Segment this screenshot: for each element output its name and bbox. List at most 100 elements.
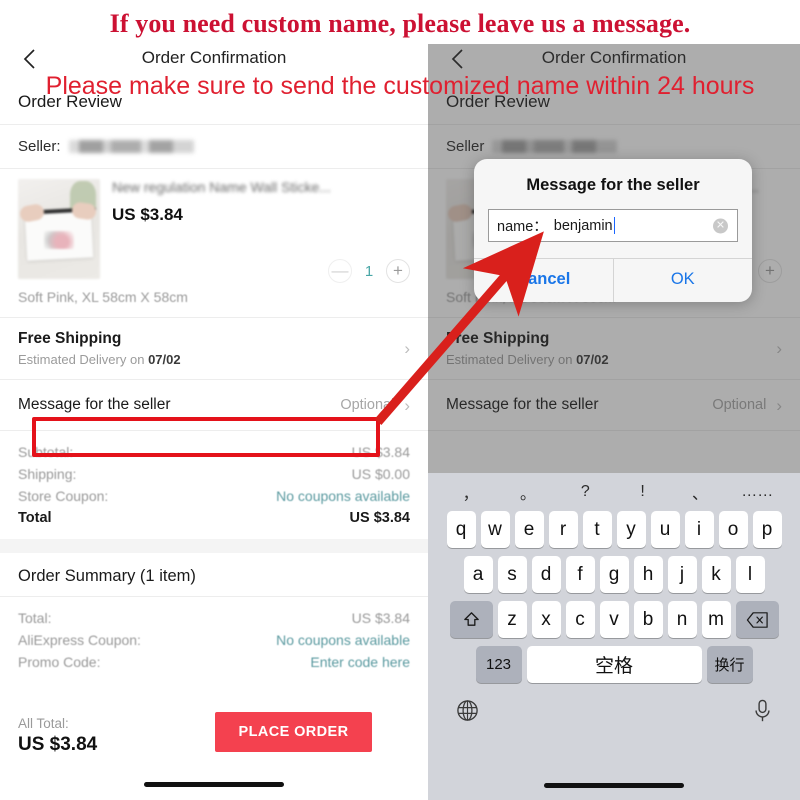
- seller-row[interactable]: Seller:: [0, 125, 428, 168]
- key-e[interactable]: e: [514, 511, 544, 548]
- key-f[interactable]: f: [565, 556, 595, 593]
- row-label: AliExpress Coupon:: [18, 632, 141, 648]
- all-total-block: All Total: US $3.84: [18, 716, 97, 756]
- key-l[interactable]: l: [735, 556, 765, 593]
- left-page-body: Order Review Seller: New regulation Name…: [0, 78, 428, 800]
- shipping-eta: Estimated Delivery on 07/02: [18, 352, 181, 367]
- shipping-row[interactable]: Free Shipping Estimated Delivery on 07/0…: [0, 318, 428, 379]
- key-p[interactable]: p: [752, 511, 782, 548]
- key-o[interactable]: o: [718, 511, 748, 548]
- field-value: benjamin: [553, 217, 613, 234]
- price-summary: Subtotal: US $3.84 Shipping: US $0.00 St…: [0, 431, 428, 539]
- product-info: New regulation Name Wall Sticke... US $3…: [100, 179, 410, 283]
- keyboard-bottom-bar: [428, 691, 800, 743]
- home-indicator: [544, 783, 684, 788]
- promo-headline-1: If you need custom name, please leave us…: [109, 9, 691, 38]
- suggestion-item[interactable]: ?: [557, 483, 614, 501]
- chevron-right-icon: ›: [404, 395, 410, 415]
- order-summary-title: Order Summary (1 item): [18, 567, 196, 585]
- summary-row: Shipping: US $0.00: [0, 463, 428, 485]
- message-row-label: Message for the seller: [18, 396, 171, 413]
- return-key[interactable]: 换行: [706, 646, 753, 683]
- order-summary-row-promo[interactable]: Promo Code: Enter code here: [0, 651, 428, 673]
- key-r[interactable]: r: [548, 511, 578, 548]
- key-j[interactable]: j: [667, 556, 697, 593]
- key-y[interactable]: y: [616, 511, 646, 548]
- row-value: US $0.00: [351, 466, 410, 482]
- shift-up-icon[interactable]: [449, 601, 493, 638]
- numeric-keyboard-button[interactable]: 123: [475, 646, 522, 683]
- field-prefix-label: name：: [497, 219, 548, 235]
- all-total-label: All Total:: [18, 716, 69, 731]
- suggestion-item[interactable]: 。: [499, 480, 556, 504]
- globe-icon[interactable]: [456, 699, 479, 727]
- key-k[interactable]: k: [701, 556, 731, 593]
- key-n[interactable]: n: [667, 601, 697, 638]
- row-label: Shipping:: [18, 466, 77, 482]
- home-indicator: [144, 782, 284, 787]
- product-thumbnail[interactable]: [18, 179, 100, 279]
- message-for-seller-row[interactable]: Message for the seller Optional ›: [0, 380, 428, 430]
- key-d[interactable]: d: [531, 556, 561, 593]
- key-v[interactable]: v: [599, 601, 629, 638]
- row-label: Store Coupon:: [18, 488, 109, 504]
- suggestion-item[interactable]: ……: [729, 483, 786, 501]
- backspace-icon[interactable]: [735, 601, 779, 638]
- key-g[interactable]: g: [599, 556, 629, 593]
- key-q[interactable]: q: [446, 511, 476, 548]
- summary-row-total: Total US $3.84: [0, 507, 428, 529]
- key-b[interactable]: b: [633, 601, 663, 638]
- key-w[interactable]: w: [480, 511, 510, 548]
- promo-headline-2: Please make sure to send the customized …: [45, 72, 755, 100]
- cancel-button[interactable]: Cancel: [474, 259, 614, 302]
- row-value[interactable]: Enter code here: [310, 654, 410, 670]
- left-phone-panel: Order Confirmation Order Review Seller: …: [0, 44, 428, 800]
- space-key[interactable]: 空格: [526, 646, 702, 683]
- message-row-value: Optional: [340, 397, 395, 413]
- seller-name-redacted: [68, 140, 194, 153]
- row-value[interactable]: No coupons available: [276, 488, 410, 504]
- key-i[interactable]: i: [684, 511, 714, 548]
- key-t[interactable]: t: [582, 511, 612, 548]
- message-input-field[interactable]: name： benjamin ✕: [488, 209, 738, 242]
- product-variant: Soft Pink, XL 58cm X 58cm: [18, 289, 188, 305]
- suggestion-item[interactable]: !: [614, 483, 671, 501]
- key-z[interactable]: z: [497, 601, 527, 638]
- order-summary-row-coupon[interactable]: AliExpress Coupon: No coupons available: [0, 629, 428, 651]
- summary-row-store-coupon[interactable]: Store Coupon: No coupons available: [0, 485, 428, 507]
- row-value: US $3.84: [349, 510, 410, 526]
- key-u[interactable]: u: [650, 511, 680, 548]
- clear-circle-icon[interactable]: ✕: [713, 218, 728, 233]
- chevron-right-icon: ›: [404, 339, 410, 358]
- keyboard-row-1: q w e r t y u i o p: [428, 511, 800, 556]
- shipping-title: Free Shipping: [18, 330, 122, 347]
- row-label: Subtotal:: [18, 444, 74, 460]
- key-x[interactable]: x: [531, 601, 561, 638]
- row-value: US $3.84: [351, 610, 410, 626]
- order-summary-list: Total: US $3.84 AliExpress Coupon: No co…: [0, 597, 428, 673]
- key-s[interactable]: s: [497, 556, 527, 593]
- product-title: New regulation Name Wall Sticke...: [112, 179, 331, 195]
- microphone-icon[interactable]: [753, 699, 772, 728]
- keyboard-row-3: z x c v b n m: [428, 601, 800, 646]
- place-order-button[interactable]: PLACE ORDER: [215, 712, 372, 752]
- right-phone-panel: Order Confirmation Order Review Seller N…: [428, 44, 800, 800]
- keyboard-row-4: 123 空格 换行: [428, 646, 800, 691]
- row-label: Total:: [18, 610, 52, 626]
- text-caret: [613, 217, 616, 234]
- key-m[interactable]: m: [701, 601, 731, 638]
- summary-row: Subtotal: US $3.84: [0, 441, 428, 463]
- seller-label: Seller:: [18, 138, 61, 155]
- key-a[interactable]: a: [463, 556, 493, 593]
- ok-button[interactable]: OK: [614, 259, 753, 302]
- suggestion-item[interactable]: 、: [671, 480, 728, 504]
- order-summary-row: Total: US $3.84: [0, 607, 428, 629]
- row-value: US $3.84: [351, 444, 410, 460]
- order-item[interactable]: New regulation Name Wall Sticke... US $3…: [0, 169, 428, 283]
- dialog-actions: Cancel OK: [474, 258, 752, 302]
- key-c[interactable]: c: [565, 601, 595, 638]
- suggestion-item[interactable]: ，: [442, 480, 499, 504]
- key-h[interactable]: h: [633, 556, 663, 593]
- keyboard-suggestion-bar: ， 。 ? ! 、 ……: [428, 473, 800, 511]
- row-value[interactable]: No coupons available: [276, 632, 410, 648]
